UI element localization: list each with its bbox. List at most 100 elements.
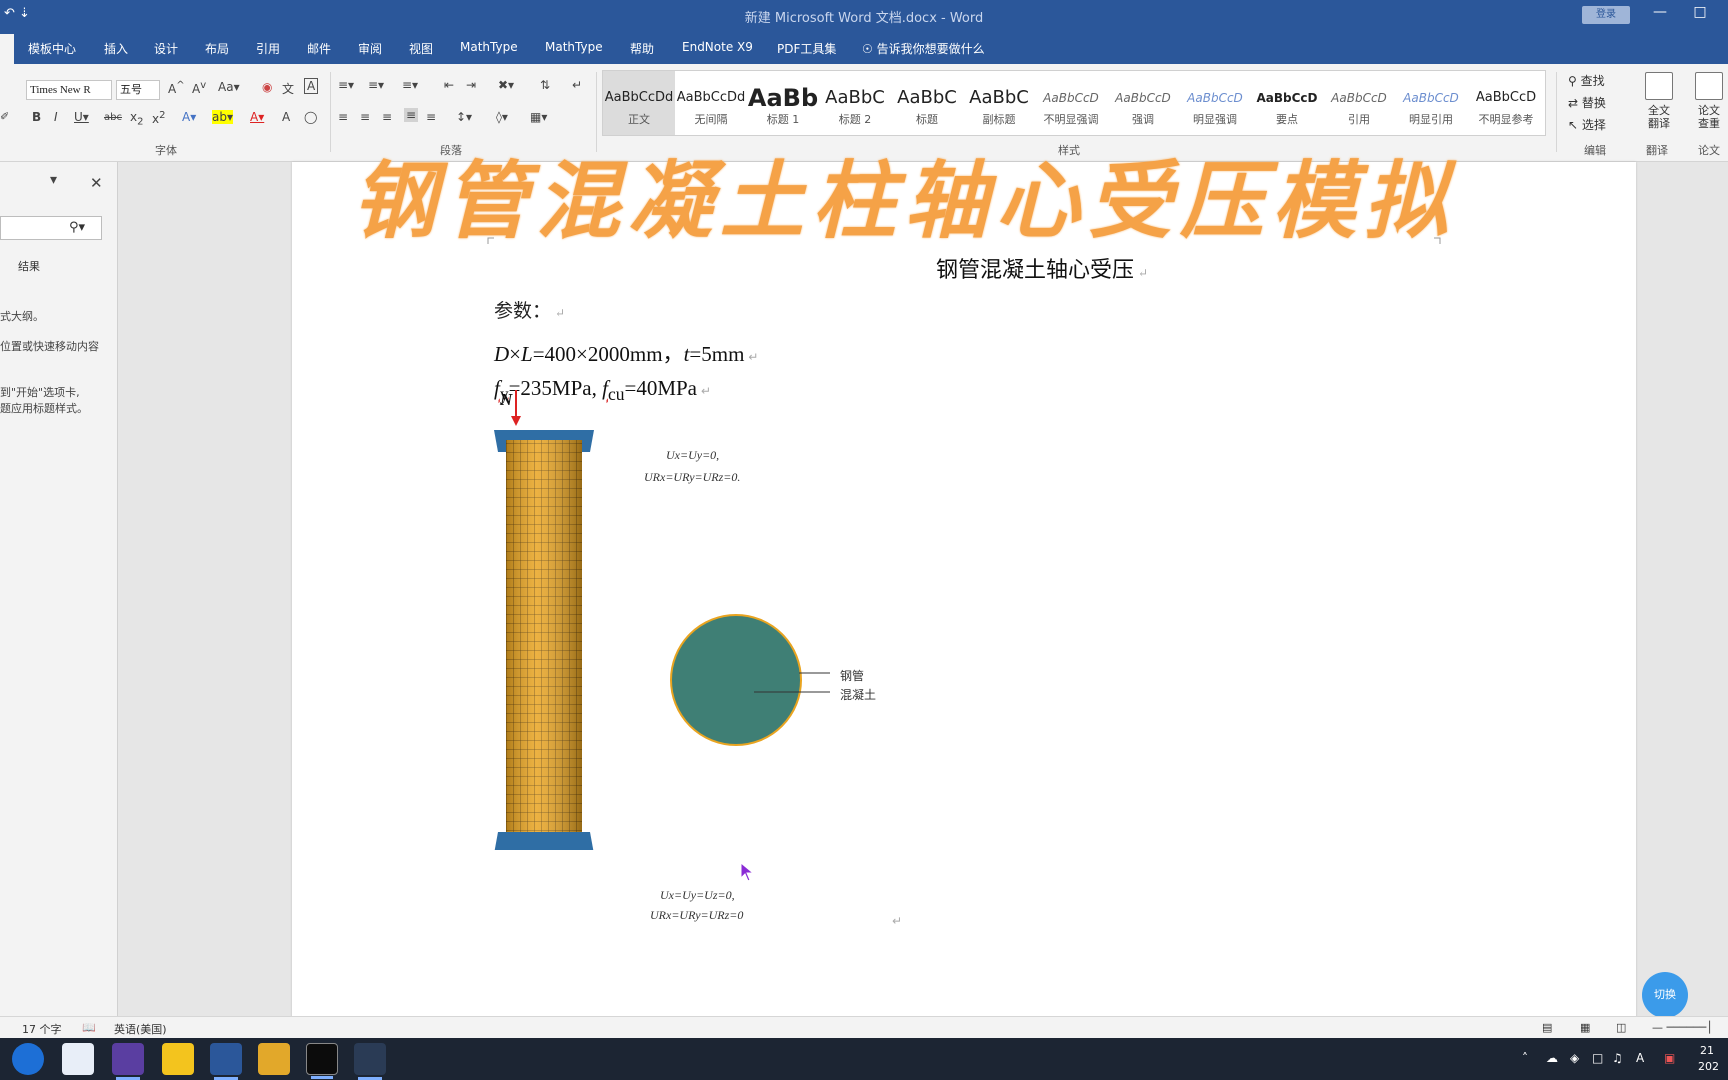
pane-options-icon[interactable]: ▾	[50, 172, 57, 188]
clock-time[interactable]: 21	[1700, 1044, 1714, 1057]
font-size-combo[interactable]: 五号	[116, 80, 160, 100]
visual-studio-icon[interactable]	[112, 1043, 144, 1080]
style-intense-quote[interactable]: AaBbCcD 明显引用	[1395, 71, 1467, 135]
style-subtitle[interactable]: AaBbC 副标题	[963, 71, 1035, 135]
minimize-icon[interactable]: —	[1645, 4, 1675, 26]
sticky-notes-icon[interactable]	[162, 1043, 194, 1075]
floating-toggle-button[interactable]: 切换	[1642, 972, 1688, 1018]
proofing-icon[interactable]: 📖	[82, 1021, 96, 1034]
document-page[interactable]: 钢管混凝土轴心受压 ↵ 参数： ↵ D×L=400×2000mm，t=5mm ↵ fy…	[292, 162, 1636, 1024]
clock-date[interactable]: 202	[1698, 1060, 1719, 1073]
tab-help[interactable]: 帮助	[630, 40, 654, 57]
line-spacing-icon[interactable]: ↕▾	[456, 110, 472, 124]
tab-endnote[interactable]: EndNote X9	[682, 40, 753, 54]
multilevel-list-icon[interactable]: ≡▾	[402, 78, 418, 92]
tab-review[interactable]: 审阅	[358, 40, 382, 57]
network-icon[interactable]: □	[1592, 1051, 1603, 1065]
style-normal[interactable]: AaBbCcDd 正文	[603, 71, 675, 135]
borders-icon[interactable]: ▦▾	[530, 110, 547, 124]
read-mode-icon[interactable]: ▤	[1542, 1021, 1552, 1034]
find-button[interactable]: ⚲ 查找	[1568, 72, 1605, 89]
change-case-icon[interactable]: Aa▾	[218, 80, 240, 94]
style-emphasis[interactable]: AaBbCcD 强调	[1107, 71, 1179, 135]
distributed-icon[interactable]: ≡	[426, 110, 436, 124]
select-button[interactable]: ↖ 选择	[1568, 116, 1606, 133]
baidu-netdisk-icon[interactable]	[62, 1043, 94, 1075]
tab-mathtype-1[interactable]: MathType	[460, 40, 518, 54]
style-heading-1[interactable]: AaBb 标题 1	[747, 71, 819, 135]
italic-icon[interactable]: I	[54, 110, 58, 124]
abaqus-icon[interactable]	[354, 1043, 386, 1080]
word-icon[interactable]	[210, 1043, 242, 1080]
cloud-icon[interactable]: ☁	[1546, 1051, 1558, 1065]
tab-view[interactable]: 视图	[409, 40, 433, 57]
enclose-char-icon[interactable]: ◯	[304, 110, 317, 124]
underline-icon[interactable]: U▾	[74, 110, 89, 124]
subscript-icon[interactable]: x2	[130, 110, 143, 127]
tell-me-search[interactable]: ☉ 告诉我你想要做什么	[862, 40, 985, 57]
numbering-icon[interactable]: ≡▾	[368, 78, 384, 92]
text-effects-icon[interactable]: A▾	[182, 110, 196, 124]
language-status[interactable]: 英语(美国)	[114, 1021, 167, 1037]
style-heading-2[interactable]: AaBbC 标题 2	[819, 71, 891, 135]
font-color-icon[interactable]: A▾	[250, 110, 264, 124]
tab-insert[interactable]: 插入	[104, 40, 128, 57]
style-intense-emphasis[interactable]: AaBbCcD 明显强调	[1179, 71, 1251, 135]
tab-mailings[interactable]: 邮件	[307, 40, 331, 57]
style-no-spacing[interactable]: AaBbCcDd 无间隔	[675, 71, 747, 135]
bold-icon[interactable]: B	[32, 110, 41, 124]
login-button[interactable]: 登录	[1582, 6, 1630, 24]
replace-button[interactable]: ⇄ 替换	[1568, 94, 1606, 111]
style-quote[interactable]: AaBbCcD 引用	[1323, 71, 1395, 135]
edge-icon[interactable]	[12, 1043, 44, 1075]
style-subtle-reference[interactable]: AaBbCcD 不明显参考	[1467, 71, 1545, 135]
style-title[interactable]: AaBbC 标题	[891, 71, 963, 135]
web-layout-icon[interactable]: ◫	[1616, 1021, 1626, 1034]
sort-icon[interactable]: ⇅	[540, 78, 550, 92]
tray-chevron-icon[interactable]: ˄	[1522, 1051, 1528, 1065]
tab-layout[interactable]: 布局	[205, 40, 229, 57]
bullets-icon[interactable]: ≡▾	[338, 78, 354, 92]
align-right-icon[interactable]: ≡	[382, 110, 392, 124]
shrink-font-icon[interactable]: Av	[192, 80, 206, 96]
tab-file[interactable]	[0, 34, 14, 64]
file-explorer-icon[interactable]	[258, 1043, 290, 1075]
paper-check-button[interactable]: 论文 查重	[1686, 72, 1728, 130]
close-icon[interactable]: ✕	[90, 174, 103, 192]
grow-font-icon[interactable]: A^	[168, 80, 185, 96]
highlight-icon[interactable]: ab▾	[212, 110, 233, 124]
sogou-icon[interactable]: ▣	[1664, 1051, 1675, 1065]
ribbon-display-icon[interactable]: □	[1685, 4, 1715, 26]
align-left-icon[interactable]: ≡	[338, 110, 348, 124]
increase-indent-icon[interactable]: ⇥	[466, 78, 476, 92]
style-strong[interactable]: AaBbCcD 要点	[1251, 71, 1323, 135]
clear-format-icon[interactable]: ◉	[262, 80, 272, 94]
tab-design[interactable]: 设计	[154, 40, 178, 57]
chinese-layout-icon[interactable]: ✖▾	[498, 78, 514, 92]
full-translate-button[interactable]: 全文 翻译	[1636, 72, 1682, 130]
style-subtle-emphasis[interactable]: AaBbCcD 不明显强调	[1035, 71, 1107, 135]
tab-results[interactable]: 结果	[18, 258, 40, 274]
align-center-icon[interactable]: ≡	[360, 110, 370, 124]
phonetic-icon[interactable]: 文	[282, 80, 294, 97]
decrease-indent-icon[interactable]: ⇤	[444, 78, 454, 92]
char-shading-icon[interactable]: A	[282, 110, 290, 124]
word-count[interactable]: 17 个字	[22, 1021, 62, 1037]
char-border-icon[interactable]: A	[304, 78, 319, 94]
tab-pdf-tools[interactable]: PDF工具集	[777, 40, 836, 57]
terminal-icon[interactable]	[306, 1043, 338, 1079]
zoom-slider[interactable]: — ──────│	[1652, 1021, 1713, 1034]
font-name-combo[interactable]: Times New R	[26, 80, 112, 100]
superscript-icon[interactable]: x2	[152, 110, 165, 126]
ime-indicator[interactable]: A	[1636, 1051, 1644, 1065]
tab-mathtype-2[interactable]: MathType	[545, 40, 603, 54]
shading-icon[interactable]: ◊▾	[496, 110, 508, 124]
tab-references[interactable]: 引用	[256, 40, 280, 57]
print-layout-icon[interactable]: ▦	[1580, 1021, 1590, 1034]
tab-template-center[interactable]: 模板中心	[28, 40, 76, 57]
justify-icon[interactable]: ≡	[404, 108, 419, 122]
volume-icon[interactable]: ♫	[1612, 1051, 1623, 1065]
strikethrough-icon[interactable]: abc	[104, 112, 122, 123]
nav-search-input[interactable]: ⚲▾	[0, 216, 102, 240]
format-painter-icon[interactable]: ✐	[0, 110, 9, 123]
